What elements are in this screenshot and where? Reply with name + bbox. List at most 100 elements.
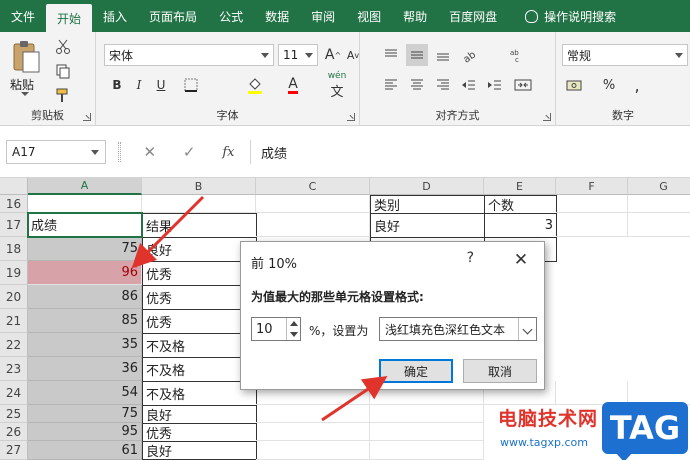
name-box[interactable]: A17 [6,140,106,164]
column-header-d[interactable]: D [370,178,484,195]
table-cell[interactable]: 结果 [142,213,257,238]
bold-button[interactable]: B [106,74,128,96]
table-cell[interactable]: 类别 [370,195,485,214]
insert-function-icon[interactable]: fx [222,145,234,160]
phonetic-guide-button[interactable]: wén 文 [322,70,352,100]
grow-font-button[interactable]: A ^ [322,44,344,66]
percent-style-button[interactable]: % [598,74,620,96]
row-header[interactable]: 24 [0,381,28,405]
font-color-button[interactable]: A [282,74,304,96]
row-header[interactable]: 22 [0,333,28,357]
format-select[interactable]: 浅红填充色深红色文本 [379,317,537,341]
row-header[interactable]: 19 [0,261,28,285]
format-painter-button[interactable] [52,84,74,106]
italic-button[interactable]: I [128,74,150,96]
spinner-buttons[interactable] [286,318,300,340]
font-size-combo[interactable]: 11 [278,44,318,66]
comma-style-button[interactable]: , [626,74,648,96]
table-cell[interactable]: 95 [28,423,142,441]
table-cell[interactable] [628,213,690,237]
table-cell[interactable]: 个数 [484,195,557,214]
table-cell[interactable] [256,423,370,441]
row-header[interactable]: 21 [0,309,28,333]
formula-input[interactable]: 成绩 [250,140,690,164]
merge-center-button[interactable] [512,74,534,96]
top-align-button[interactable] [380,44,402,66]
close-icon[interactable]: ✕ [499,243,543,276]
row-header[interactable]: 27 [0,441,28,460]
font-name-combo[interactable]: 宋体 [104,44,274,66]
table-cell[interactable]: 36 [28,357,142,381]
table-cell[interactable] [628,195,690,213]
fill-color-button[interactable] [244,74,266,96]
middle-align-button[interactable] [406,44,428,66]
table-cell[interactable]: 良好 [370,213,485,238]
ok-button[interactable]: 确定 [379,359,453,383]
align-right-button[interactable] [432,74,454,96]
cancel-button[interactable]: 取消 [463,359,537,383]
spin-up-icon[interactable] [290,321,298,326]
tab-page-layout[interactable]: 页面布局 [138,0,208,32]
copy-button[interactable] [52,60,74,82]
percent-spinner[interactable]: 10 [251,317,301,341]
spin-down-icon[interactable] [290,332,298,337]
align-left-button[interactable] [380,74,402,96]
chevron-down-icon[interactable] [518,318,536,340]
tab-formulas[interactable]: 公式 [208,0,254,32]
table-cell[interactable] [142,195,256,213]
tab-data[interactable]: 数据 [254,0,300,32]
alignment-launcher-icon[interactable] [543,113,551,121]
enter-icon[interactable]: ✓ [183,143,196,161]
cut-button[interactable] [52,36,74,58]
table-cell[interactable]: 良好 [142,441,257,460]
tell-me-search[interactable]: 操作说明搜索 [514,0,627,32]
tab-review[interactable]: 审阅 [300,0,346,32]
table-cell[interactable] [256,405,370,423]
table-cell[interactable] [370,441,484,460]
tab-baidu-netdisk[interactable]: 百度网盘 [438,0,508,32]
paste-button[interactable]: 粘贴 [8,38,44,96]
table-cell-highlighted[interactable]: 96 [28,261,142,285]
table-cell[interactable] [370,405,484,423]
table-cell[interactable]: 75 [28,405,142,423]
table-cell[interactable] [256,213,370,237]
number-format-combo[interactable]: 常规 [562,44,688,66]
table-cell[interactable] [28,195,142,213]
table-cell[interactable]: 良好 [142,405,257,424]
row-header[interactable]: 16 [0,195,28,213]
table-cell[interactable]: 3 [484,213,557,238]
row-header[interactable]: 18 [0,237,28,261]
table-cell[interactable] [556,213,628,237]
increase-indent-button[interactable] [484,74,506,96]
row-header[interactable]: 20 [0,285,28,309]
column-header-c[interactable]: C [256,178,370,195]
bottom-align-button[interactable] [432,44,454,66]
table-cell[interactable] [370,423,484,441]
table-cell[interactable] [256,195,370,213]
table-cell[interactable]: 85 [28,309,142,333]
accounting-format-button[interactable] [564,74,586,96]
table-cell[interactable]: 54 [28,381,142,405]
table-cell[interactable]: 35 [28,333,142,357]
tab-file[interactable]: 文件 [0,0,46,32]
tab-home[interactable]: 开始 [46,4,93,32]
help-icon[interactable]: ? [467,250,474,266]
orientation-button[interactable]: ab [458,44,480,66]
column-header-a[interactable]: A [28,178,142,195]
column-header-b[interactable]: B [142,178,256,195]
table-cell[interactable]: 61 [28,441,142,460]
table-cell[interactable]: 86 [28,285,142,309]
column-header-g[interactable]: G [628,178,690,195]
table-cell[interactable]: 75 [28,237,142,261]
table-cell[interactable]: 成绩 [28,213,142,237]
table-cell[interactable] [556,195,628,213]
clipboard-launcher-icon[interactable] [83,113,91,121]
wrap-text-button[interactable]: ab c [506,44,528,66]
decrease-indent-button[interactable] [458,74,480,96]
row-header[interactable]: 25 [0,405,28,423]
tab-help[interactable]: 帮助 [392,0,438,32]
cancel-icon[interactable]: ✕ [143,143,156,161]
select-all-corner[interactable] [0,178,28,195]
table-cell[interactable]: 优秀 [142,423,257,442]
borders-button[interactable] [180,74,202,96]
